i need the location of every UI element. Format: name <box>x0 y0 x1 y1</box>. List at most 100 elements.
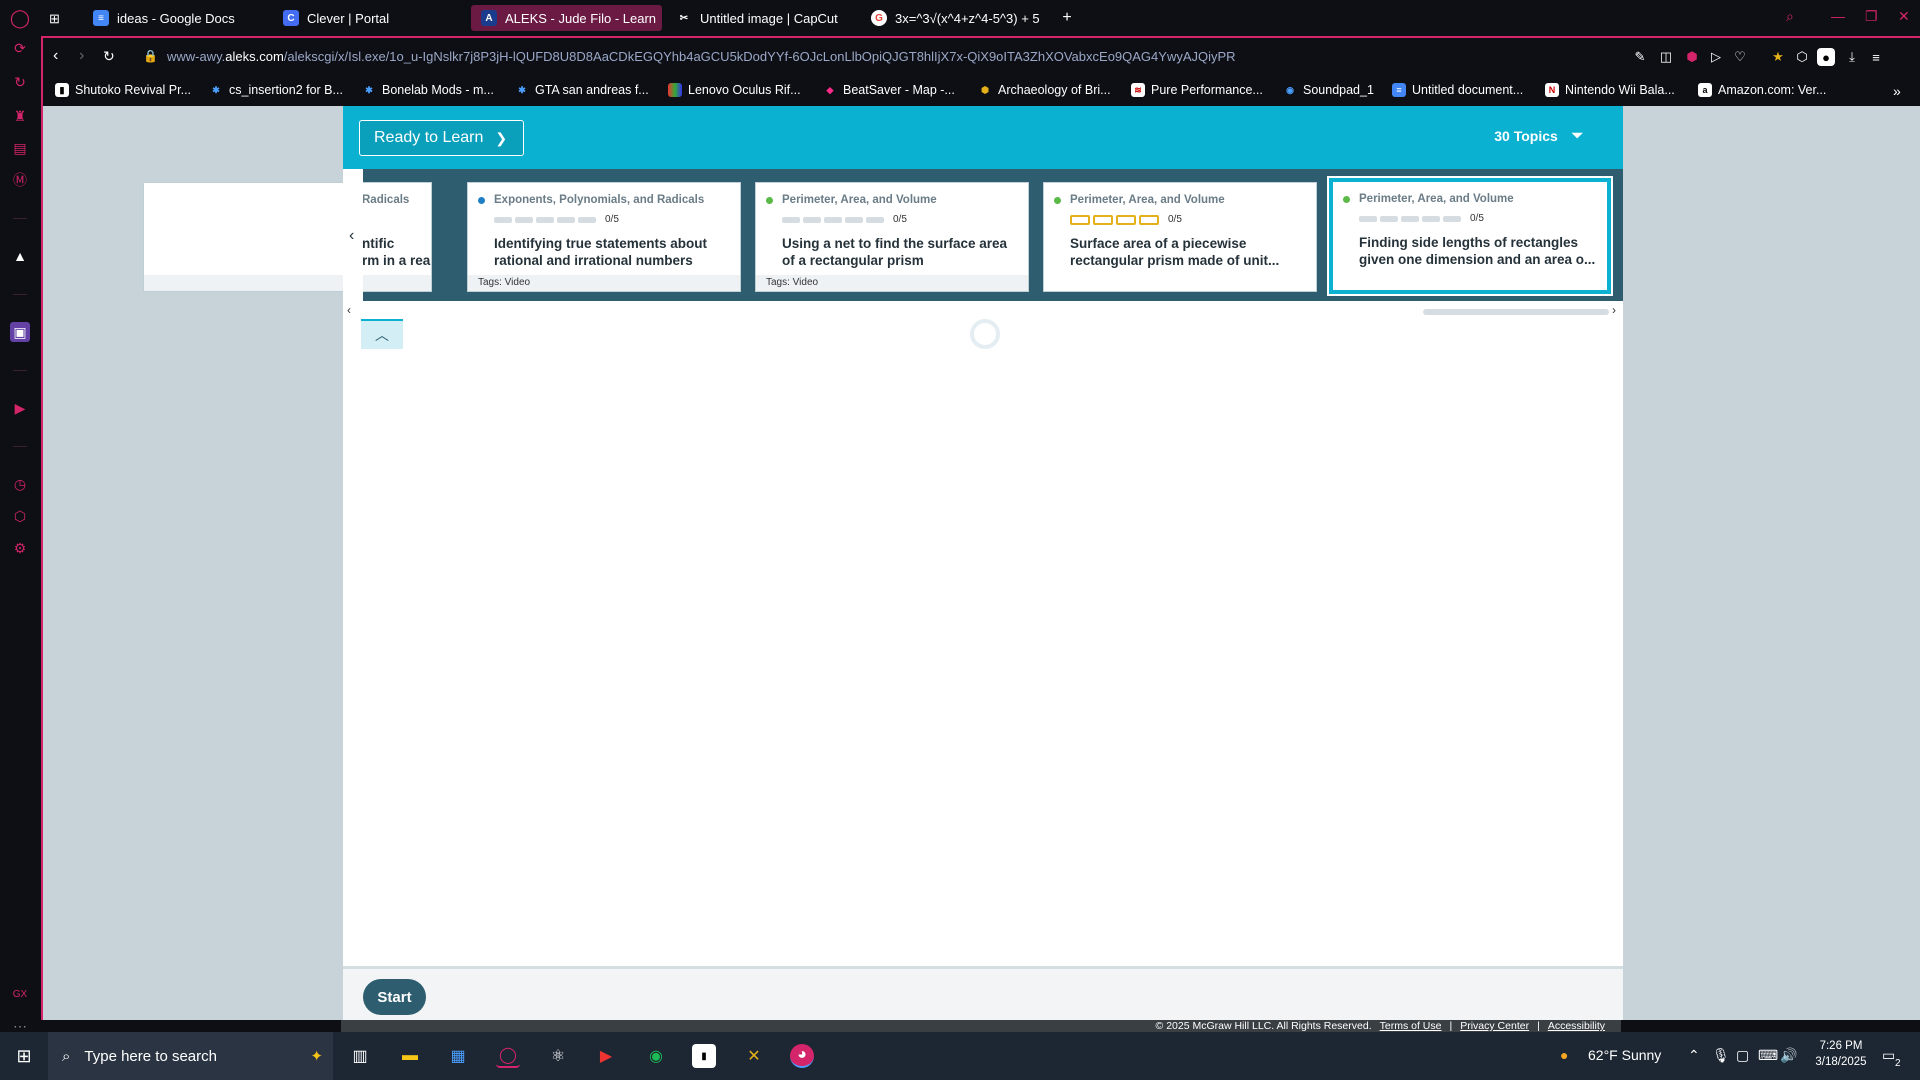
reload-button[interactable]: ↻ <box>103 48 115 65</box>
tray-overflow-icon[interactable]: ⌃ <box>1688 1047 1700 1064</box>
topic-card[interactable]: Radicals ntific rm in a rea... <box>143 182 432 292</box>
bookmark-item[interactable]: ≋ Pure Performance... <box>1131 83 1263 97</box>
carousel-prev-icon[interactable]: ‹ <box>349 227 354 245</box>
player-icon[interactable]: ▶ <box>10 398 30 418</box>
search-tabs-icon[interactable]: ⌕ <box>1786 8 1794 25</box>
carousel-scrollbar[interactable]: ‹ › <box>343 301 1623 321</box>
game-icon[interactable]: ✕ <box>742 1044 766 1068</box>
topic-card[interactable]: Perimeter, Area, and Volume 0/5 Using a … <box>755 182 1029 292</box>
scrollbar-thumb[interactable] <box>1423 309 1609 315</box>
collapse-button[interactable]: ︿ <box>361 319 403 349</box>
soundpad-icon: ◉ <box>1286 84 1294 95</box>
tab-clever[interactable]: C Clever | Portal <box>273 5 463 31</box>
bookmark-label: Amazon.com: Ver... <box>1718 83 1827 97</box>
back-button[interactable]: ‹ <box>53 47 58 65</box>
camera-icon[interactable]: ◫ <box>1657 48 1675 66</box>
bookmark-label: Untitled document... <box>1412 83 1524 97</box>
notifications-icon[interactable]: ▭ <box>1882 1047 1895 1064</box>
scroll-right-icon[interactable]: › <box>1612 303 1616 317</box>
bookmark-item[interactable]: ◉ Soundpad_1 <box>1283 83 1374 97</box>
bookmark-item[interactable]: Lenovo Oculus Rif... <box>668 83 801 97</box>
bookmark-item[interactable]: ✱ Bonelab Mods - m... <box>362 83 494 97</box>
close-button[interactable]: ✕ <box>1898 8 1910 25</box>
app-icon[interactable]: ⚛ <box>546 1044 570 1068</box>
weather-text[interactable]: 62°F Sunny <box>1588 1047 1661 1063</box>
meet-icon[interactable]: ▢ <box>1736 1047 1749 1064</box>
bookmark-item[interactable]: ▮ Shutoko Revival Pr... <box>55 83 191 97</box>
tab-google-search[interactable]: G 3x=^3√(x^4+z^4-5^3) + 5 <box>861 5 1041 31</box>
refresh-circle-icon[interactable]: ↻ <box>10 72 30 92</box>
opera-logo-icon[interactable]: ◯ <box>10 8 30 28</box>
start-button[interactable]: Start <box>363 979 426 1015</box>
controller-icon[interactable]: ♜ <box>10 106 30 126</box>
download-icon[interactable]: ⤓ <box>1843 48 1861 66</box>
news-icon[interactable]: ▤ <box>10 138 30 158</box>
vpn-icon[interactable]: ⬢ <box>1683 48 1701 66</box>
sync-icon[interactable]: ⟳ <box>10 38 30 58</box>
scroll-left-icon[interactable]: ‹ <box>347 303 351 317</box>
taskbar-search[interactable]: ⌕ Type here to search ✦ <box>48 1032 333 1080</box>
topic-card[interactable]: Perimeter, Area, and Volume 0/5 Surface … <box>1043 182 1317 292</box>
tab-google-docs[interactable]: ≡ ideas - Google Docs <box>83 5 273 31</box>
edit-icon[interactable]: ✎ <box>1631 48 1649 66</box>
url-domain: aleks.com <box>225 49 284 64</box>
bookmark-item[interactable]: ✱ GTA san andreas f... <box>515 83 649 97</box>
menu-icon[interactable]: ≡ <box>1867 48 1885 66</box>
bookmark-item[interactable]: a Amazon.com: Ver... <box>1698 83 1826 97</box>
opera-gx-taskbar-icon[interactable]: ◯ <box>496 1044 520 1068</box>
profile-avatar-icon[interactable]: ● <box>1817 48 1835 66</box>
tab-aleks[interactable]: A ALEKS - Jude Filo - Learn <box>471 5 662 31</box>
browser-sidebar: ◯ ⟳ ↻ ♜ ▤ Ⓜ ▲ ▣ ▶ ◷ ⬡ ⚙ GX ⋯ <box>0 0 41 1034</box>
topic-card-selected[interactable]: Perimeter, Area, and Volume 0/5 Finding … <box>1329 178 1611 294</box>
minimize-button[interactable]: — <box>1831 8 1845 24</box>
new-tab-button[interactable]: + <box>1056 7 1078 29</box>
bookmark-label: Nintendo Wii Bala... <box>1565 83 1675 97</box>
file-explorer-icon[interactable]: ▬ <box>398 1044 422 1068</box>
gx-icon[interactable]: GX <box>10 984 30 1004</box>
spotify-icon[interactable]: ◉ <box>644 1044 668 1068</box>
microphone-icon[interactable]: 🎙 <box>1712 1047 1730 1064</box>
tab-capcut[interactable]: ✂ Untitled image | CapCut <box>666 5 856 31</box>
bookmark-item[interactable]: ≡ Untitled document... <box>1392 83 1523 97</box>
bookmark-item[interactable]: ◆ BeatSaver - Map -... <box>823 83 955 97</box>
topic-card[interactable]: Exponents, Polynomials, and Radicals 0/5… <box>467 182 741 292</box>
call-of-duty-icon[interactable]: ▮ <box>692 1044 716 1068</box>
bookmark-item[interactable]: ⬢ Archaeology of Bri... <box>978 83 1111 97</box>
forward-button[interactable]: › <box>79 47 84 65</box>
more-bookmarks-icon[interactable]: » <box>1893 83 1901 99</box>
windows-start-icon[interactable]: ⊞ <box>12 1044 36 1068</box>
notifications-count: 2 <box>1895 1058 1901 1069</box>
clock[interactable]: 7:26 PM 3/18/2025 <box>1810 1038 1872 1070</box>
privacy-link[interactable]: Privacy Center <box>1460 1020 1529 1032</box>
tab-manager-icon[interactable]: ⊞ <box>49 6 73 32</box>
terms-link[interactable]: Terms of Use <box>1380 1020 1442 1032</box>
bookmark-item[interactable]: N Nintendo Wii Bala... <box>1545 83 1675 97</box>
bookmark-item[interactable]: ✱ cs_insertion2 for B... <box>209 83 343 97</box>
accessibility-link[interactable]: Accessibility <box>1548 1020 1605 1032</box>
ready-to-learn-dropdown[interactable]: Ready to Learn ❯ <box>359 120 524 156</box>
settings-icon[interactable]: ⚙ <box>10 538 30 558</box>
aleks-sidebar-icon[interactable]: ▲ <box>10 246 30 266</box>
filter-icon[interactable]: ⏷ <box>1572 127 1583 144</box>
url-field[interactable]: www-awy.aleks.com/alekscgi/x/Isl.exe/1o_… <box>167 49 1236 64</box>
progress-label: 0/5 <box>605 214 619 225</box>
twitch-icon[interactable]: ▣ <box>10 322 30 342</box>
extensions-icon[interactable]: ⬡ <box>10 506 30 526</box>
youtube-icon[interactable]: ▶ <box>594 1044 618 1068</box>
volume-icon[interactable]: 🔊 <box>1780 1047 1797 1064</box>
gear-icon: ✱ <box>212 84 220 95</box>
restore-button[interactable]: ❐ <box>1865 8 1878 25</box>
heart-icon[interactable]: ♡ <box>1731 48 1749 66</box>
store-icon[interactable]: ▦ <box>446 1044 470 1068</box>
cube-icon[interactable]: ⬡ <box>1793 48 1811 66</box>
history-icon[interactable]: ◷ <box>10 474 30 494</box>
bookmark-label: cs_insertion2 for B... <box>229 83 343 97</box>
messenger-icon[interactable]: Ⓜ <box>10 170 30 190</box>
send-icon[interactable]: ▷ <box>1707 48 1725 66</box>
network-icon[interactable]: ⌨ <box>1758 1047 1778 1064</box>
hex-icon: ⬢ <box>981 84 989 95</box>
badge-icon[interactable]: ★ <box>1769 48 1787 66</box>
bookmark-label: GTA san andreas f... <box>535 83 649 97</box>
task-view-icon[interactable]: ▥ <box>348 1044 372 1068</box>
discord-icon[interactable]: ◕ <box>790 1044 814 1068</box>
